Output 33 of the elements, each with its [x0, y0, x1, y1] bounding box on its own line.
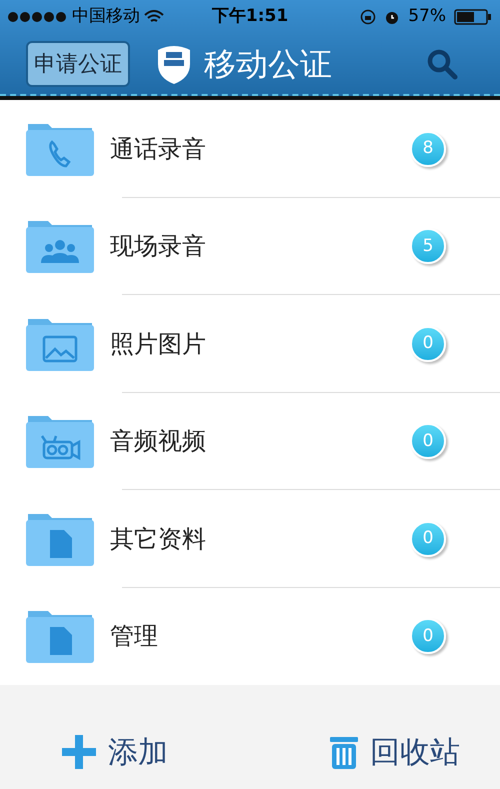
- battery-icon: [454, 9, 492, 25]
- folder-label: 管理: [110, 621, 159, 652]
- folder-label: 通话录音: [110, 134, 207, 165]
- count-badge: 0: [410, 326, 446, 362]
- folder-label: 其它资料: [110, 524, 207, 555]
- folder-row[interactable]: 管理 0: [0, 588, 500, 685]
- folder-label: 照片图片: [110, 328, 207, 360]
- count-badge: 0: [410, 618, 446, 654]
- battery-percent: 57%: [408, 5, 446, 28]
- add-button[interactable]: 添加: [62, 730, 168, 774]
- folder-row[interactable]: 现场录音 5: [0, 198, 500, 295]
- plus-icon: [62, 735, 96, 769]
- folder-label: 现场录音: [110, 231, 207, 262]
- count-badge: 5: [410, 228, 446, 264]
- folder-row[interactable]: 音频视频 0: [0, 392, 500, 490]
- rotation-lock-icon: [360, 9, 376, 25]
- carrier-name: 中国移动: [72, 5, 140, 28]
- folder-row[interactable]: 通话录音 8: [0, 100, 500, 198]
- wifi-icon: [144, 10, 164, 24]
- signal-icon: [8, 12, 68, 22]
- folder-label: 音频视频: [110, 426, 207, 458]
- apply-notarization-button[interactable]: 申请公证: [26, 41, 130, 87]
- clock-time: 下午1:51: [212, 5, 288, 28]
- alarm-icon: [384, 9, 400, 25]
- count-badge: 0: [410, 423, 446, 460]
- search-icon[interactable]: [426, 48, 458, 80]
- trash-icon: [330, 735, 358, 769]
- folder-row[interactable]: 照片图片 0: [0, 295, 500, 392]
- count-badge: 8: [410, 130, 446, 167]
- recycle-bin-button[interactable]: 回收站: [330, 730, 460, 774]
- folder-row[interactable]: 其它资料 0: [0, 490, 500, 588]
- count-badge: 0: [410, 520, 446, 557]
- app-title: 移动公证: [204, 44, 332, 85]
